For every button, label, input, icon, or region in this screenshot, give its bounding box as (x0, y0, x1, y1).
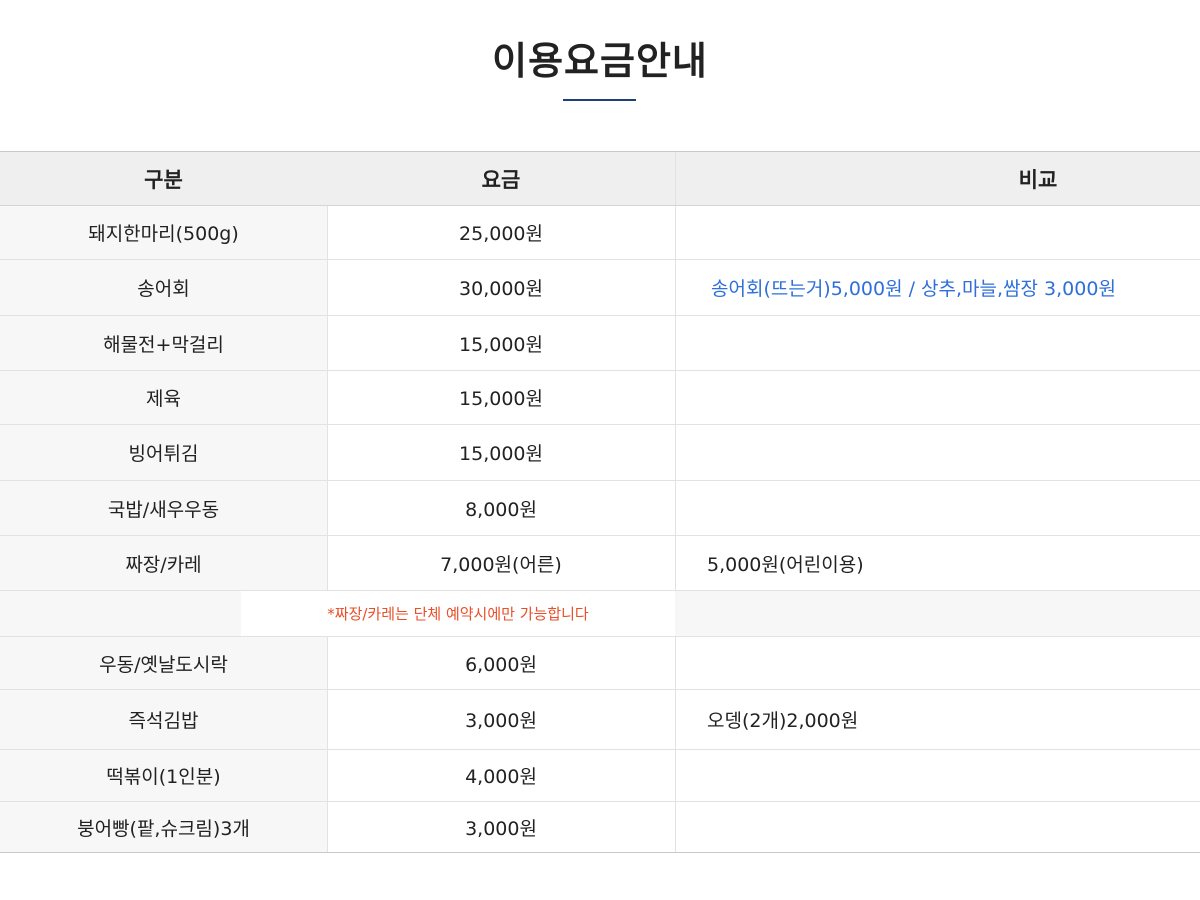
row-price: 7,000원(어른) (327, 536, 676, 590)
row-item: 돼지한마리(500g) (0, 206, 328, 259)
reservation-note-row: *짜장/카레는 단체 예약시에만 가능합니다 (0, 591, 1200, 637)
row-price: 6,000원 (327, 637, 676, 689)
row-price: 30,000원 (327, 260, 676, 315)
row-price: 15,000원 (327, 425, 676, 480)
row-note: 송어회(뜨는거)5,000원 / 상추,마늘,쌈장 3,000원 (711, 278, 1116, 300)
row-price: 25,000원 (327, 206, 676, 259)
table-row: 국밥/새우우동 8,000원 (0, 481, 1200, 536)
row-note: 오뎅(2개)2,000원 (707, 710, 859, 732)
reservation-note: *짜장/카레는 단체 예약시에만 가능합니다 (241, 591, 675, 636)
row-note (676, 316, 1200, 370)
row-item: 송어회 (0, 260, 328, 315)
table-row: 우동/옛날도시락 6,000원 (0, 637, 1200, 690)
page-title: 이용요금안내 (492, 39, 708, 83)
price-table: 구분 요금 비교 돼지한마리(500g) 25,000원 송어회 30,000원… (0, 151, 1200, 853)
table-row: 떡볶이(1인분) 4,000원 (0, 750, 1200, 802)
row-item: 해물전+막걸리 (0, 316, 328, 370)
row-note (676, 637, 1200, 689)
row-price: 3,000원 (327, 690, 676, 749)
row-price: 15,000원 (327, 371, 676, 424)
table-row: 붕어빵(팥,슈크림)3개 3,000원 (0, 802, 1200, 852)
table-row: 짜장/카레 7,000원(어른) 5,000원(어린이용) (0, 536, 1200, 591)
row-note (676, 371, 1200, 424)
row-price: 3,000원 (327, 802, 676, 852)
row-note (676, 802, 1200, 852)
row-item: 빙어튀김 (0, 425, 328, 480)
row-item: 제육 (0, 371, 328, 424)
row-price: 8,000원 (327, 481, 676, 535)
row-item: 국밥/새우우동 (0, 481, 328, 535)
table-header-row: 구분 요금 비교 (0, 152, 1200, 206)
row-note (676, 750, 1200, 801)
header-category: 구분 (0, 152, 328, 205)
title-underline (563, 99, 636, 101)
table-row: 즉석김밥 3,000원 오뎅(2개)2,000원 (0, 690, 1200, 750)
header-price: 요금 (327, 152, 676, 205)
table-row: 송어회 30,000원 송어회(뜨는거)5,000원 / 상추,마늘,쌈장 3,… (0, 260, 1200, 316)
table-row: 빙어튀김 15,000원 (0, 425, 1200, 481)
row-note (676, 481, 1200, 535)
row-item: 우동/옛날도시락 (0, 637, 328, 689)
row-item: 짜장/카레 (0, 536, 328, 590)
row-item: 즉석김밥 (0, 690, 328, 749)
row-price: 15,000원 (327, 316, 676, 370)
row-item: 붕어빵(팥,슈크림)3개 (0, 802, 328, 852)
header-comparison: 비교 (676, 152, 1200, 205)
row-note (676, 425, 1200, 480)
table-row: 제육 15,000원 (0, 371, 1200, 425)
row-note: 5,000원(어린이용) (707, 553, 864, 576)
table-row: 돼지한마리(500g) 25,000원 (0, 206, 1200, 260)
row-item: 떡볶이(1인분) (0, 750, 328, 801)
table-row: 해물전+막걸리 15,000원 (0, 316, 1200, 371)
row-note (676, 206, 1200, 259)
row-price: 4,000원 (327, 750, 676, 801)
